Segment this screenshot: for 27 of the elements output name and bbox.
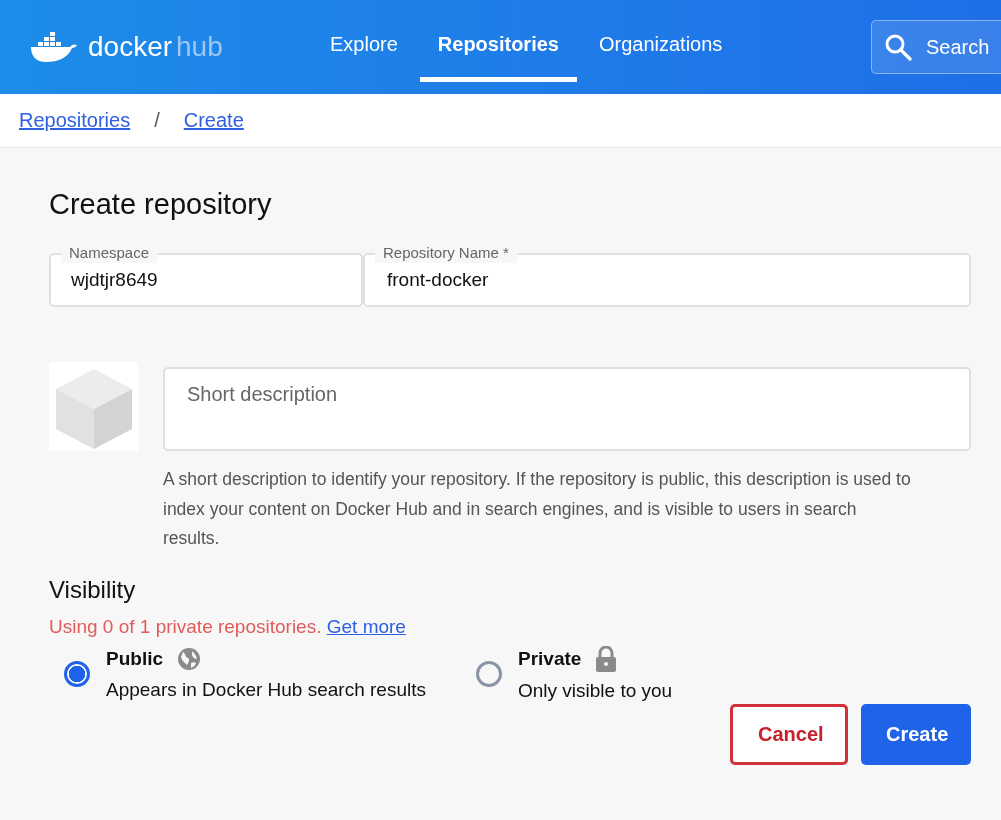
usage-text: Using 0 of 1 private repositories. [49, 615, 322, 637]
nav-tab[interactable]: Organizations [580, 6, 741, 82]
whale-logo-icon[interactable] [30, 32, 78, 62]
cancel-button[interactable]: Cancel [730, 703, 848, 765]
breadcrumb-link[interactable]: Repositories [19, 109, 131, 132]
get-more-link[interactable]: Get more [326, 615, 406, 637]
lock-icon [595, 645, 618, 672]
option-label: Private [518, 647, 582, 670]
logo-text[interactable]: docker [88, 31, 173, 63]
globe-icon [177, 646, 201, 671]
search-icon [884, 33, 912, 61]
option-label: Public [106, 647, 163, 670]
option-description: Appears in Docker Hub search results [106, 678, 426, 701]
create-button[interactable]: Create [861, 703, 971, 765]
section-title: Visibility [49, 575, 137, 604]
search-field[interactable]: Search [871, 20, 1001, 74]
nav-tab[interactable]: Explore [312, 6, 416, 82]
radio-button[interactable] [64, 660, 90, 687]
short-description-field[interactable]: Short description [163, 367, 971, 451]
search-placeholder: Search [926, 35, 990, 59]
nav-tab[interactable]: Repositories [419, 6, 577, 82]
breadcrumb-separator: / [154, 109, 160, 132]
radio-button[interactable] [476, 660, 502, 687]
help-text: A short description to identify your repository. If the repository is public, this description is used to index your content on Docker Hub and in search engines, and is visible to users in search results. [163, 468, 912, 550]
option-description: Only visible to you [518, 679, 673, 702]
page-title: Create repository [49, 188, 273, 221]
breadcrumb-link[interactable]: Create [183, 109, 244, 132]
